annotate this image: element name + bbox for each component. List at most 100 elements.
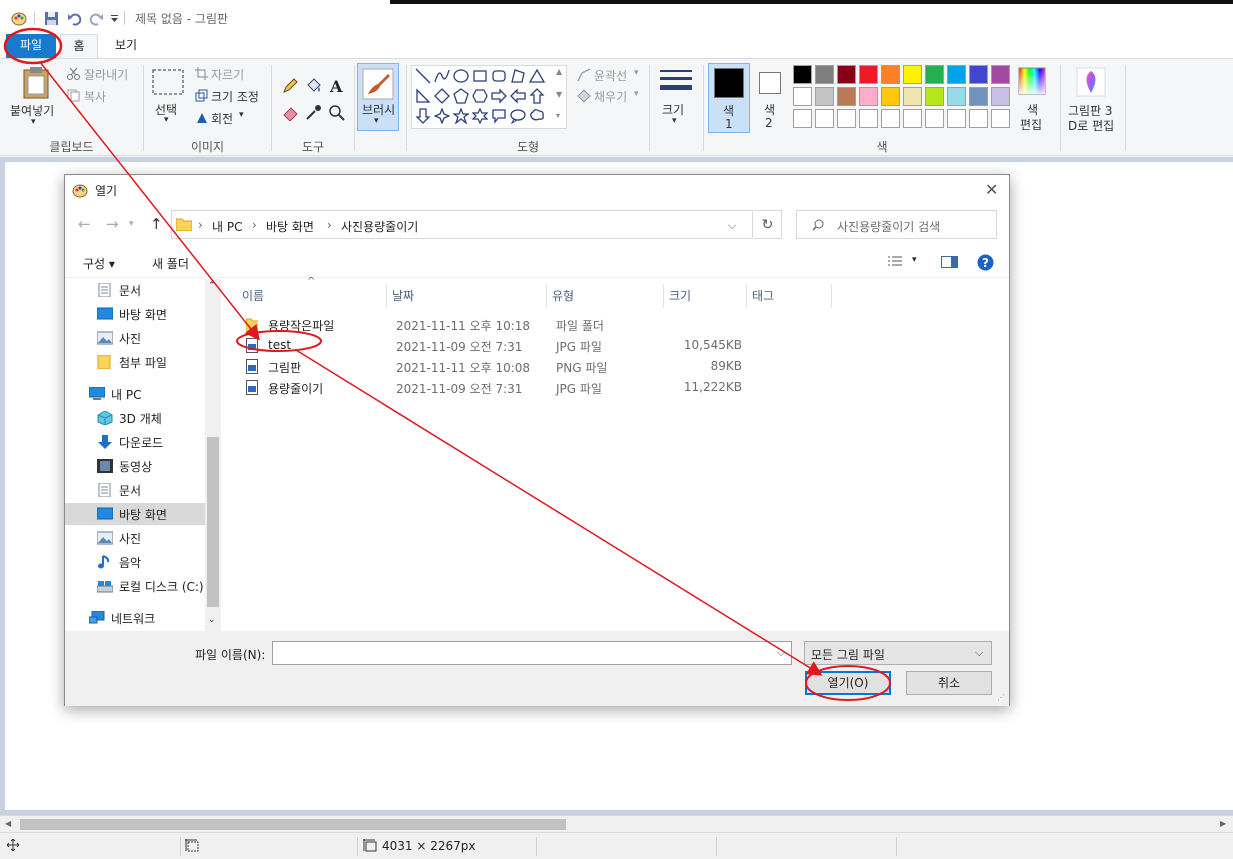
search-box[interactable]: 사진용량줄이기 검색 — [796, 210, 997, 239]
diamond-shape-icon[interactable] — [433, 87, 451, 105]
down-arrow-shape-icon[interactable] — [414, 107, 432, 125]
right-arrow-shape-icon[interactable] — [490, 87, 508, 105]
shapes-scroll-down-icon[interactable]: ▼ — [556, 90, 562, 99]
color-swatch[interactable] — [969, 65, 988, 84]
color-swatch[interactable] — [815, 109, 834, 128]
help-icon[interactable]: ? — [977, 254, 994, 274]
filename-input[interactable] — [272, 641, 792, 665]
color-swatch[interactable] — [925, 65, 944, 84]
nav-3d-objects[interactable]: 3D 개체 — [97, 407, 162, 429]
file-row[interactable]: 용량작은파일 2021-11-11 오후 10:18 파일 폴더 — [242, 314, 802, 335]
shapes-scroll-up-icon[interactable]: ▲ — [556, 67, 562, 76]
six-point-star-shape-icon[interactable] — [471, 107, 489, 125]
fill-icon[interactable] — [576, 88, 592, 104]
resize-button[interactable]: 크기 조정 — [211, 88, 259, 105]
color-swatch[interactable] — [793, 87, 812, 106]
address-bar[interactable]: › 내 PC › 바탕 화면 › 사진용량줄이기 ⌵ — [171, 210, 753, 239]
rounded-rectangle-shape-icon[interactable] — [490, 67, 508, 85]
navigation-scrollbar[interactable]: ⌃ ⌄ — [205, 279, 221, 631]
pentagon-shape-icon[interactable] — [452, 87, 470, 105]
color-swatch[interactable] — [815, 65, 834, 84]
rotate-icon[interactable] — [194, 110, 208, 124]
color-swatch[interactable] — [991, 65, 1010, 84]
view-dropdown-icon[interactable]: ▾ — [912, 255, 917, 265]
filetype-select[interactable]: 모든 그림 파일 ⌵ — [804, 641, 992, 665]
breadcrumb-chevron-icon[interactable]: › — [198, 218, 203, 232]
nav-this-pc[interactable]: 내 PC — [89, 383, 141, 405]
nav-attachments[interactable]: 첨부 파일 — [97, 351, 167, 373]
new-folder-button[interactable]: 새 폴더 — [152, 255, 189, 272]
navigation-scroll-thumb[interactable] — [207, 437, 219, 607]
triangle-shape-icon[interactable] — [528, 67, 546, 85]
breadcrumb-chevron-icon[interactable]: › — [327, 218, 332, 232]
oval-callout-shape-icon[interactable] — [509, 107, 527, 125]
fill-button[interactable]: 채우기 — [594, 88, 627, 105]
save-icon[interactable] — [43, 10, 59, 26]
view-options-icon[interactable] — [887, 256, 903, 271]
select-icon[interactable] — [152, 69, 184, 95]
file-row[interactable]: test 2021-11-09 오전 7:31 JPG 파일 10,545KB — [242, 335, 802, 356]
oval-shape-icon[interactable] — [452, 67, 470, 85]
color1-button[interactable]: 색 1 — [708, 63, 750, 133]
color-swatch[interactable] — [837, 65, 856, 84]
size-icon[interactable] — [659, 68, 693, 96]
organize-button[interactable]: 구성 ▾ — [83, 255, 115, 272]
select-dropdown-icon[interactable]: ▾ — [164, 115, 169, 125]
paste-icon[interactable] — [20, 65, 52, 101]
tab-view[interactable]: 보기 — [104, 34, 148, 58]
fill-bucket-icon[interactable] — [304, 76, 322, 94]
color-swatch[interactable] — [991, 87, 1010, 106]
color-swatch[interactable] — [925, 109, 944, 128]
address-dropdown-icon[interactable]: ⌵ — [728, 219, 736, 233]
customize-quick-access-icon[interactable] — [109, 10, 119, 26]
copy-icon[interactable] — [66, 88, 80, 102]
text-tool-icon[interactable]: A — [327, 76, 345, 94]
color-swatch[interactable] — [947, 65, 966, 84]
preview-pane-icon[interactable] — [941, 256, 958, 271]
forward-arrow-icon[interactable]: → — [106, 215, 119, 233]
color-swatch[interactable] — [881, 65, 900, 84]
color2-button[interactable]: 색 2 — [755, 63, 787, 133]
nav-music[interactable]: 음악 — [97, 551, 141, 573]
color-swatch[interactable] — [903, 65, 922, 84]
horizontal-scrollbar[interactable]: ◀ ▶ — [0, 815, 1233, 832]
horizontal-scroll-thumb[interactable] — [20, 819, 566, 830]
column-header-tags[interactable]: 태그 — [747, 284, 832, 308]
nav-local-disk[interactable]: 로컬 디스크 (C:) — [97, 575, 204, 597]
paint3d-icon[interactable] — [1076, 67, 1106, 97]
color-swatch[interactable] — [881, 109, 900, 128]
resize-grip-icon[interactable]: ⋰ — [997, 693, 1005, 702]
undo-icon[interactable] — [66, 10, 82, 26]
rectangle-shape-icon[interactable] — [471, 67, 489, 85]
column-header-size[interactable]: 크기 — [664, 284, 747, 308]
nav-documents[interactable]: 문서 — [97, 479, 141, 501]
color-swatch[interactable] — [859, 109, 878, 128]
hexagon-shape-icon[interactable] — [471, 87, 489, 105]
nav-pictures-quick[interactable]: 사진 — [97, 327, 141, 349]
breadcrumb-chevron-icon[interactable]: › — [252, 218, 257, 232]
edit-colors-icon[interactable] — [1018, 67, 1046, 95]
color-swatch[interactable] — [947, 109, 966, 128]
resize-icon[interactable] — [194, 88, 208, 102]
nav-desktop-quick[interactable]: 바탕 화면 — [97, 303, 167, 325]
outline-icon[interactable] — [576, 67, 592, 83]
fill-dropdown-icon[interactable]: ▾ — [634, 89, 639, 99]
column-header-name[interactable]: 이름 — [237, 284, 387, 308]
refresh-icon[interactable]: ↻ — [754, 210, 782, 239]
line-shape-icon[interactable] — [414, 67, 432, 85]
breadcrumb-desktop[interactable]: 바탕 화면 — [266, 218, 314, 235]
five-point-star-shape-icon[interactable] — [452, 107, 470, 125]
edit-with-paint3d-line2[interactable]: D로 편집 — [1068, 117, 1114, 134]
crop-button[interactable]: 자르기 — [211, 66, 244, 83]
column-header-date[interactable]: 날짜 — [387, 284, 547, 308]
color-swatch[interactable] — [837, 109, 856, 128]
paste-dropdown-icon[interactable]: ▾ — [31, 117, 36, 127]
color-swatch[interactable] — [837, 87, 856, 106]
scroll-up-icon[interactable]: ⌃ — [208, 281, 216, 291]
pencil-icon[interactable] — [281, 76, 299, 94]
recent-locations-icon[interactable]: ▾ — [129, 219, 134, 229]
nav-pictures[interactable]: 사진 — [97, 527, 141, 549]
four-point-star-shape-icon[interactable] — [433, 107, 451, 125]
magnifier-icon[interactable] — [327, 103, 345, 121]
color-swatch[interactable] — [925, 87, 944, 106]
